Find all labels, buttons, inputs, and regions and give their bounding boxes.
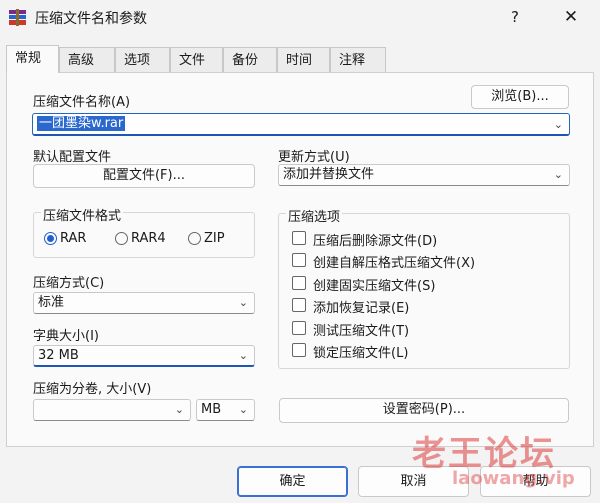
chevron-down-icon: ⌄ bbox=[238, 349, 248, 362]
option-sfx-label: 创建自解压格式压缩文件(X) bbox=[313, 256, 476, 271]
archive-name-value: 一团墨染w.rar bbox=[37, 116, 126, 131]
compression-method-value: 标准 bbox=[38, 295, 65, 310]
option-test-archive-label: 测试压缩文件(T) bbox=[313, 324, 410, 339]
archive-options-label: 压缩选项 bbox=[286, 206, 343, 225]
set-password-button[interactable]: 设置密码(P)... bbox=[279, 398, 569, 423]
split-unit-value: MB bbox=[201, 402, 222, 417]
archive-name-label: 压缩文件名称(A) bbox=[33, 95, 131, 110]
window-title: 压缩文件名和参数 bbox=[35, 11, 147, 27]
tab-options[interactable]: 选项 bbox=[115, 47, 170, 72]
chevron-down-icon: ⌄ bbox=[238, 296, 248, 309]
dictionary-size-combo[interactable]: 32 MB ⌄ bbox=[33, 345, 255, 367]
option-solid-label: 创建固实压缩文件(S) bbox=[313, 279, 436, 294]
checkbox-recovery-record[interactable] bbox=[292, 298, 306, 312]
compression-method-combo[interactable]: 标准 ⌄ bbox=[33, 292, 255, 314]
option-delete-after-label: 压缩后删除源文件(D) bbox=[313, 234, 438, 249]
winrar-icon bbox=[9, 9, 26, 26]
archive-name-combo[interactable]: 一团墨染w.rar ⌄ bbox=[32, 113, 570, 136]
tab-files[interactable]: 文件 bbox=[170, 47, 223, 72]
split-size-combo[interactable]: ⌄ bbox=[33, 399, 191, 421]
option-recovery-record-label: 添加恢复记录(E) bbox=[313, 301, 410, 316]
chevron-down-icon: ⌄ bbox=[553, 118, 563, 131]
chevron-down-icon: ⌄ bbox=[553, 168, 563, 181]
checkbox-test-archive[interactable] bbox=[292, 321, 306, 335]
split-volumes-label: 压缩为分卷, 大小(V) bbox=[33, 382, 152, 397]
tab-time[interactable]: 时间 bbox=[277, 47, 330, 72]
browse-button[interactable]: 浏览(B)... bbox=[471, 85, 569, 109]
checkbox-sfx[interactable] bbox=[292, 253, 306, 267]
help-title-button[interactable]: ? bbox=[503, 6, 527, 28]
option-lock-archive-label: 锁定压缩文件(L) bbox=[313, 346, 409, 361]
radio-icon bbox=[115, 232, 128, 245]
profiles-button[interactable]: 配置文件(F)... bbox=[33, 164, 255, 188]
checkbox-delete-after[interactable] bbox=[292, 231, 306, 245]
close-button[interactable]: ✕ bbox=[558, 6, 584, 28]
update-mode-label: 更新方式(U) bbox=[278, 150, 350, 165]
update-mode-value: 添加并替换文件 bbox=[283, 167, 375, 182]
profile-label: 默认配置文件 bbox=[33, 150, 112, 165]
tab-general[interactable]: 常规 bbox=[6, 45, 59, 73]
radio-icon bbox=[44, 232, 57, 245]
tab-comment[interactable]: 注释 bbox=[330, 47, 386, 72]
tab-advanced[interactable]: 高级 bbox=[59, 47, 115, 72]
radio-rar[interactable]: RAR bbox=[44, 231, 86, 246]
radio-rar4[interactable]: RAR4 bbox=[115, 231, 166, 246]
chevron-down-icon: ⌄ bbox=[174, 403, 184, 416]
checkbox-solid[interactable] bbox=[292, 276, 306, 290]
split-unit-combo[interactable]: MB ⌄ bbox=[196, 399, 255, 421]
tab-backup[interactable]: 备份 bbox=[223, 47, 277, 72]
ok-button[interactable]: 确定 bbox=[237, 466, 348, 497]
update-mode-combo[interactable]: 添加并替换文件 ⌄ bbox=[278, 164, 570, 186]
archive-format-label: 压缩文件格式 bbox=[41, 205, 124, 224]
chevron-down-icon: ⌄ bbox=[238, 403, 248, 416]
radio-zip[interactable]: ZIP bbox=[188, 231, 225, 246]
dictionary-size-value: 32 MB bbox=[38, 348, 79, 363]
watermark-url: laowang.vip bbox=[452, 468, 575, 489]
radio-icon bbox=[188, 232, 201, 245]
compression-method-label: 压缩方式(C) bbox=[33, 276, 105, 291]
checkbox-lock-archive[interactable] bbox=[292, 343, 306, 357]
dictionary-size-label: 字典大小(I) bbox=[33, 329, 99, 344]
